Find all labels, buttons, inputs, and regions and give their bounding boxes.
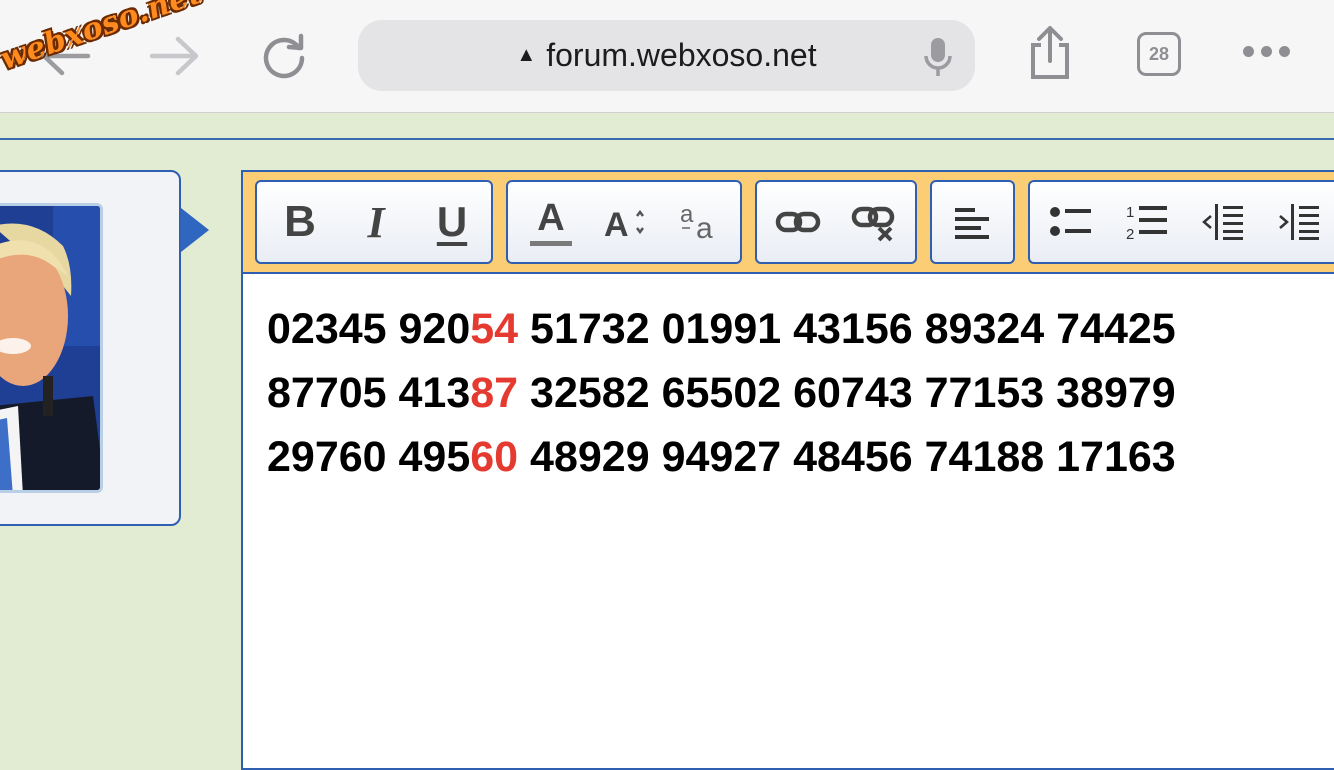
font-size-button[interactable]: A <box>592 182 662 262</box>
number-text: 87705 413 <box>267 369 471 417</box>
number-text: 48929 94927 48456 74188 17163 <box>518 433 1176 481</box>
link-group <box>755 180 917 264</box>
numbered-list-button[interactable]: 12 <box>1112 182 1182 262</box>
number-text: 02345 920 <box>267 305 471 353</box>
svg-text:a: a <box>680 201 694 228</box>
italic-button[interactable]: I <box>341 182 411 262</box>
svg-text:A: A <box>604 206 629 242</box>
font-family-button[interactable]: aa <box>668 182 738 262</box>
avatar[interactable] <box>0 203 103 493</box>
microphone-icon <box>924 38 952 76</box>
bold-button[interactable]: B <box>265 182 335 262</box>
numbered-list-icon: 12 <box>1126 204 1167 242</box>
text-line: 87705 41387 32582 65502 60743 77153 3897… <box>267 361 1176 425</box>
link-icon <box>775 211 821 233</box>
text-color-icon: A <box>530 199 572 246</box>
forward-button[interactable] <box>146 30 202 82</box>
text-line: 02345 92054 51732 01991 43156 89324 7442… <box>267 297 1176 361</box>
svg-text:1: 1 <box>1126 204 1134 221</box>
svg-text:2: 2 <box>1126 226 1134 242</box>
microphone-button[interactable] <box>923 36 953 83</box>
font-family-icon: aa <box>680 201 713 244</box>
link-button[interactable] <box>761 182 835 262</box>
more-button[interactable] <box>1243 46 1290 57</box>
align-group <box>930 180 1015 264</box>
indent-button[interactable] <box>1264 182 1334 262</box>
bullet-list-button[interactable] <box>1036 182 1106 262</box>
browser-toolbar: ▲ forum.webxoso.net 28 <box>0 0 1334 113</box>
reload-button[interactable] <box>258 30 310 82</box>
highlighted-number: 54 <box>470 305 519 353</box>
forum-divider <box>0 138 1334 140</box>
reload-icon <box>263 33 305 79</box>
bold-icon: B <box>284 197 316 246</box>
url-text: forum.webxoso.net <box>546 37 817 73</box>
list-group: 12 <box>1028 180 1334 264</box>
highlighted-number: 87 <box>470 369 519 417</box>
svg-text:a: a <box>696 212 713 244</box>
address-bar[interactable]: ▲ forum.webxoso.net <box>358 20 975 91</box>
editor-text-area[interactable]: 02345 92054 51732 01991 43156 89324 7442… <box>267 297 1176 489</box>
unlink-button[interactable] <box>837 182 911 262</box>
forward-arrow-icon <box>149 36 199 76</box>
underline-button[interactable]: U <box>417 182 487 262</box>
italic-icon: I <box>367 197 385 247</box>
number-text: 29760 495 <box>267 433 471 481</box>
bullet-list-icon <box>1050 207 1091 236</box>
font-group: A A aa <box>506 180 742 264</box>
outdent-icon <box>1202 204 1243 240</box>
underline-icon: U <box>436 198 468 245</box>
more-icon <box>1243 46 1254 57</box>
user-card-pointer <box>181 208 209 252</box>
number-text: 51732 01991 43156 89324 74425 <box>518 305 1176 353</box>
outdent-button[interactable] <box>1188 182 1258 262</box>
number-text: 32582 65502 60743 77153 38979 <box>518 369 1176 417</box>
align-left-button[interactable] <box>936 182 1010 262</box>
share-button[interactable] <box>1025 24 1075 82</box>
text-line: 29760 49560 48929 94927 48456 74188 1716… <box>267 425 1176 489</box>
format-group: B I U <box>255 180 493 264</box>
tab-count: 28 <box>1148 43 1170 64</box>
share-icon <box>1031 26 1069 79</box>
warning-icon: ▲ <box>516 44 537 66</box>
indent-icon <box>1279 204 1319 240</box>
highlighted-number: 60 <box>470 433 519 481</box>
unlink-icon <box>851 206 895 242</box>
font-size-icon: A <box>604 206 644 242</box>
tabs-button[interactable]: 28 <box>1137 32 1181 76</box>
editor-toolbar: B I U A A aa 1 2 <box>243 172 1334 274</box>
post-editor[interactable]: B I U A A aa 1 2 02345 92054 51732 01991… <box>241 170 1334 770</box>
align-left-icon <box>955 208 989 239</box>
text-color-button[interactable]: A <box>516 182 586 262</box>
